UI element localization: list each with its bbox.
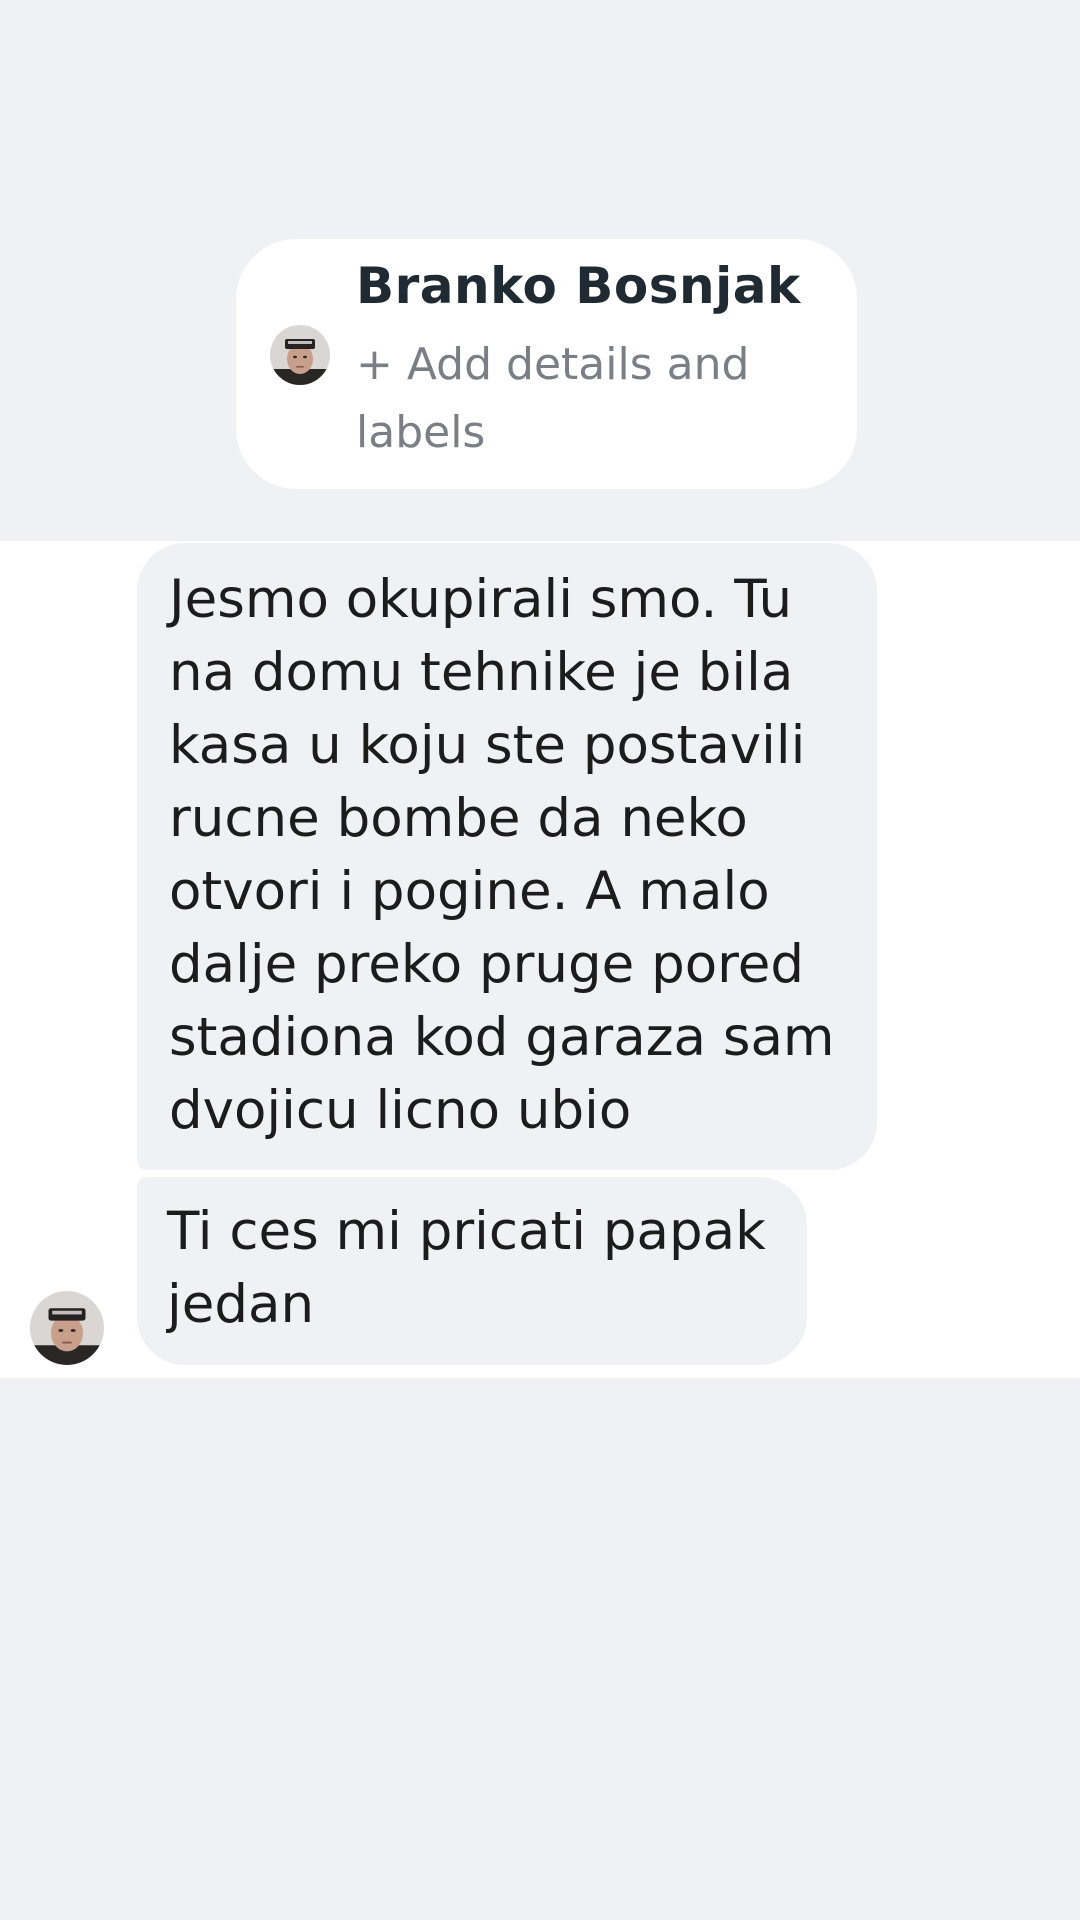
sender-avatar[interactable] <box>30 1291 104 1365</box>
message-bubble[interactable]: Jesmo okupirali smo. Tu na domu tehnike … <box>137 543 877 1170</box>
add-details-link[interactable]: + Add details and labels <box>356 331 796 467</box>
conversation-header-area: Branko Bosnjak + Add details and labels <box>0 0 1080 541</box>
empty-background-area <box>0 1378 1080 1920</box>
contact-avatar[interactable] <box>270 325 330 385</box>
message-bubble[interactable]: Ti ces mi pricati papak jedan <box>137 1177 807 1365</box>
contact-name: Branko Bosnjak <box>356 257 801 315</box>
message-thread: Jesmo okupirali smo. Tu na domu tehnike … <box>0 541 1080 1378</box>
profile-photo-icon <box>270 325 330 385</box>
profile-photo-icon <box>30 1291 104 1365</box>
contact-card[interactable]: Branko Bosnjak + Add details and labels <box>236 239 857 489</box>
